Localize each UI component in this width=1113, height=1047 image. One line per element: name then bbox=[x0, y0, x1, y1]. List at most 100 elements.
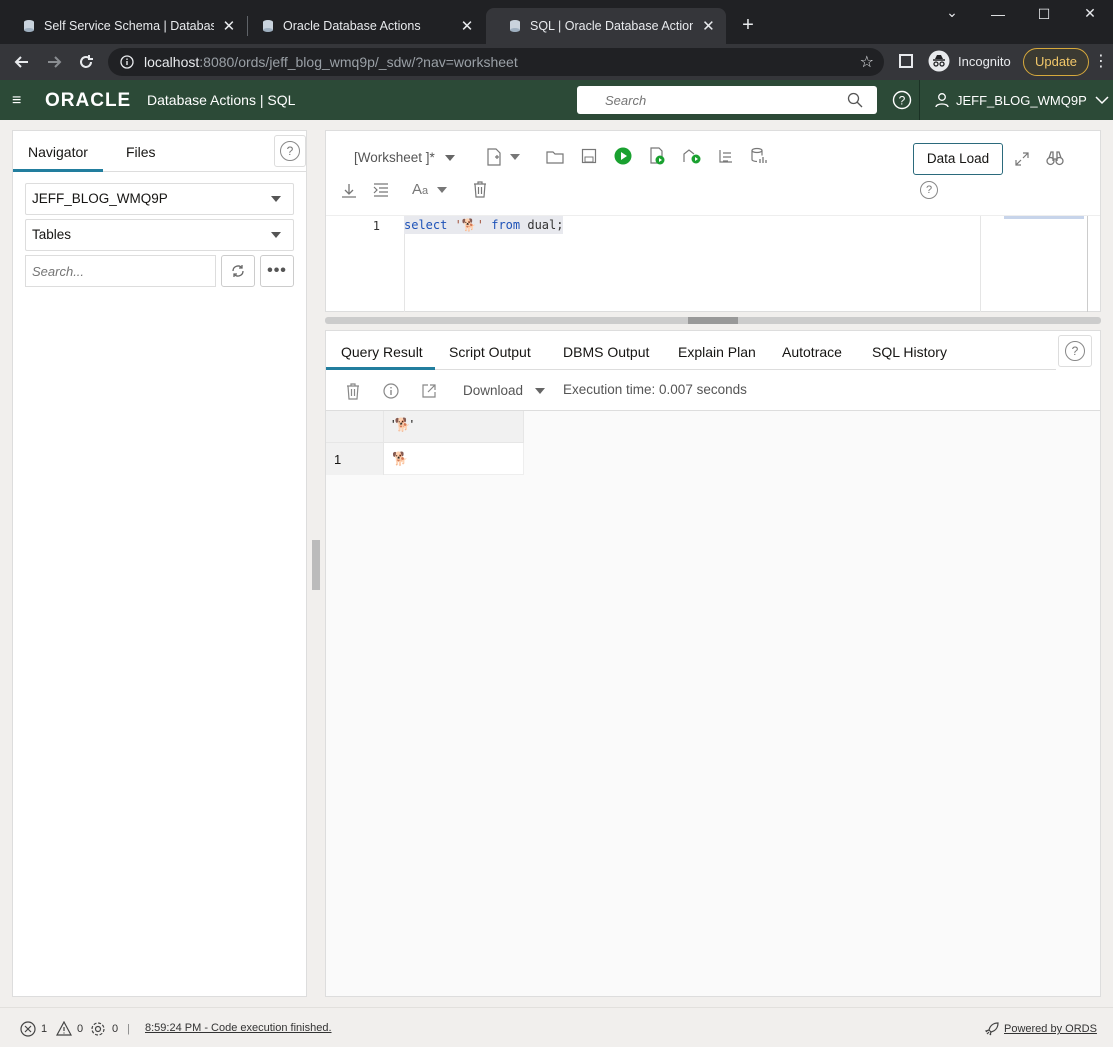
expand-icon[interactable] bbox=[1014, 151, 1030, 167]
help-icon: ? bbox=[1065, 341, 1085, 361]
run-statement-icon[interactable] bbox=[614, 147, 632, 165]
download-dropdown[interactable]: Download bbox=[463, 383, 546, 398]
browser-tab-sql[interactable]: SQL | Oracle Database Actions ✕ bbox=[486, 8, 726, 44]
database-stats-icon[interactable] bbox=[750, 147, 768, 165]
navigator-search-input[interactable] bbox=[25, 255, 216, 287]
browser-tab-database-actions[interactable]: Oracle Database Actions ✕ bbox=[239, 8, 485, 44]
reload-icon[interactable] bbox=[76, 52, 96, 72]
close-tab-icon[interactable]: ✕ bbox=[459, 17, 475, 35]
oracle-logo: ORACLE bbox=[45, 90, 132, 111]
save-icon[interactable] bbox=[581, 148, 597, 164]
incognito-icon bbox=[928, 50, 950, 72]
forward-arrow-icon[interactable] bbox=[44, 52, 64, 72]
status-message[interactable]: 8:59:24 PM - Code execution finished. bbox=[145, 1022, 332, 1034]
autotrace-icon[interactable] bbox=[718, 148, 734, 164]
download-icon[interactable] bbox=[340, 182, 358, 200]
caret-down-icon bbox=[510, 154, 520, 160]
address-bar[interactable]: localhost:8080/ords/jeff_blog_wmq9p/_sdw… bbox=[108, 48, 884, 76]
tab-autotrace[interactable]: Autotrace bbox=[782, 344, 842, 360]
database-favicon-icon bbox=[510, 20, 520, 32]
grid-corner bbox=[326, 411, 384, 443]
editor-minimap[interactable] bbox=[980, 216, 1088, 312]
data-load-button[interactable]: Data Load bbox=[913, 143, 1003, 175]
browser-toolbar: localhost:8080/ords/jeff_blog_wmq9p/_sdw… bbox=[0, 44, 1113, 80]
navigator-panel: Navigator Files ? JEFF_BLOG_WMQ9P Tables… bbox=[12, 130, 307, 997]
vertical-splitter[interactable] bbox=[312, 540, 320, 590]
run-script-icon[interactable] bbox=[648, 147, 666, 165]
settings-indicator[interactable]: 0 | bbox=[90, 1021, 130, 1037]
active-tab-indicator bbox=[13, 169, 103, 172]
worksheet-selector[interactable]: [Worksheet ]* bbox=[354, 150, 455, 165]
results-toolbar: Download Execution time: 0.007 seconds bbox=[326, 371, 1100, 411]
browser-menu-icon[interactable]: ⋮ bbox=[1093, 51, 1109, 71]
open-external-icon[interactable] bbox=[421, 383, 437, 399]
warnings-indicator[interactable]: 0 bbox=[56, 1021, 83, 1036]
powered-by-label: Powered by ORDS bbox=[1004, 1023, 1097, 1035]
update-button[interactable]: Update bbox=[1023, 48, 1089, 76]
warnings-count: 0 bbox=[77, 1022, 84, 1035]
more-actions-button[interactable]: ••• bbox=[260, 255, 294, 287]
navigator-tabs: Navigator Files ? bbox=[13, 131, 306, 172]
url-text: localhost:8080/ords/jeff_blog_wmq9p/_sdw… bbox=[144, 54, 518, 70]
refresh-icon bbox=[232, 265, 244, 277]
window-minimize-icon[interactable]: — bbox=[978, 6, 1018, 22]
format-indent-icon[interactable] bbox=[372, 182, 390, 198]
search-icon[interactable] bbox=[847, 92, 863, 108]
bookmark-star-icon[interactable]: ☆ bbox=[860, 52, 874, 72]
tab-script-output[interactable]: Script Output bbox=[449, 344, 531, 360]
explain-plan-icon[interactable] bbox=[682, 147, 702, 165]
tab-search-icon[interactable] bbox=[898, 53, 914, 69]
tab-query-result[interactable]: Query Result bbox=[341, 344, 423, 360]
close-tab-icon[interactable]: ✕ bbox=[701, 17, 716, 35]
user-menu[interactable]: JEFF_BLOG_WMQ9P bbox=[934, 92, 1109, 108]
tab-explain-plan[interactable]: Explain Plan bbox=[678, 344, 756, 360]
window-minimize-chevron-icon[interactable]: ⌄ bbox=[932, 4, 972, 21]
text-case-button[interactable]: Aa bbox=[412, 181, 448, 198]
trash-icon[interactable] bbox=[472, 180, 488, 198]
navigator-help-button[interactable]: ? bbox=[274, 135, 306, 167]
object-type-select[interactable]: Tables bbox=[25, 219, 294, 251]
window-close-icon[interactable]: ✕ bbox=[1070, 5, 1110, 22]
hamburger-menu-icon[interactable]: ≡ bbox=[12, 92, 21, 110]
open-folder-icon[interactable] bbox=[546, 150, 564, 164]
incognito-indicator[interactable]: Incognito bbox=[928, 50, 1011, 72]
code-area[interactable]: select '🐕' from dual; bbox=[404, 216, 980, 238]
new-tab-plus-icon[interactable]: + bbox=[738, 14, 758, 36]
product-title: Database Actions | SQL bbox=[147, 92, 296, 108]
sql-editor[interactable]: 1 select '🐕' from dual; bbox=[326, 215, 1100, 312]
window-maximize-icon[interactable]: ☐ bbox=[1024, 6, 1064, 23]
grid-cell[interactable]: 🐕 bbox=[384, 443, 524, 475]
horizontal-splitter[interactable] bbox=[325, 317, 1101, 324]
global-search[interactable] bbox=[577, 86, 877, 114]
splitter-grip[interactable] bbox=[688, 317, 738, 324]
worksheet-help-button[interactable]: ? bbox=[920, 181, 938, 199]
new-worksheet-button[interactable] bbox=[486, 148, 520, 166]
trash-icon[interactable] bbox=[345, 382, 361, 400]
info-icon[interactable] bbox=[383, 383, 399, 399]
column-header[interactable]: '🐕' bbox=[384, 411, 524, 443]
help-icon[interactable]: ? bbox=[892, 90, 912, 110]
errors-indicator[interactable]: 1 bbox=[20, 1021, 47, 1037]
minimap-edge bbox=[1087, 216, 1088, 312]
table-name: dual; bbox=[527, 218, 564, 232]
status-bar: 1 0 0 | 8:59:24 PM - Code execution fini… bbox=[0, 1007, 1113, 1047]
user-icon bbox=[935, 93, 949, 108]
refresh-button[interactable] bbox=[221, 255, 255, 287]
results-help-button[interactable]: ? bbox=[1058, 335, 1092, 367]
tab-sql-history[interactable]: SQL History bbox=[872, 344, 947, 360]
tab-dbms-output[interactable]: DBMS Output bbox=[563, 344, 649, 360]
binoculars-icon[interactable] bbox=[1046, 150, 1064, 166]
global-search-input[interactable] bbox=[605, 92, 835, 108]
active-tab-indicator bbox=[326, 367, 435, 370]
browser-tab-self-service[interactable]: Self Service Schema | Database U ✕ bbox=[0, 8, 246, 44]
font-case-icon: Aa bbox=[412, 181, 429, 198]
back-arrow-icon[interactable] bbox=[12, 52, 32, 72]
help-icon: ? bbox=[280, 141, 300, 161]
schema-select[interactable]: JEFF_BLOG_WMQ9P bbox=[25, 183, 294, 215]
info-icon[interactable] bbox=[120, 55, 134, 69]
powered-by-link[interactable]: Powered by ORDS bbox=[984, 1021, 1097, 1037]
tab-files[interactable]: Files bbox=[126, 144, 156, 160]
close-tab-icon[interactable]: ✕ bbox=[222, 17, 236, 35]
tab-navigator[interactable]: Navigator bbox=[28, 144, 88, 160]
app-header: ≡ ORACLE Database Actions | SQL ? JEFF_B… bbox=[0, 80, 1113, 120]
